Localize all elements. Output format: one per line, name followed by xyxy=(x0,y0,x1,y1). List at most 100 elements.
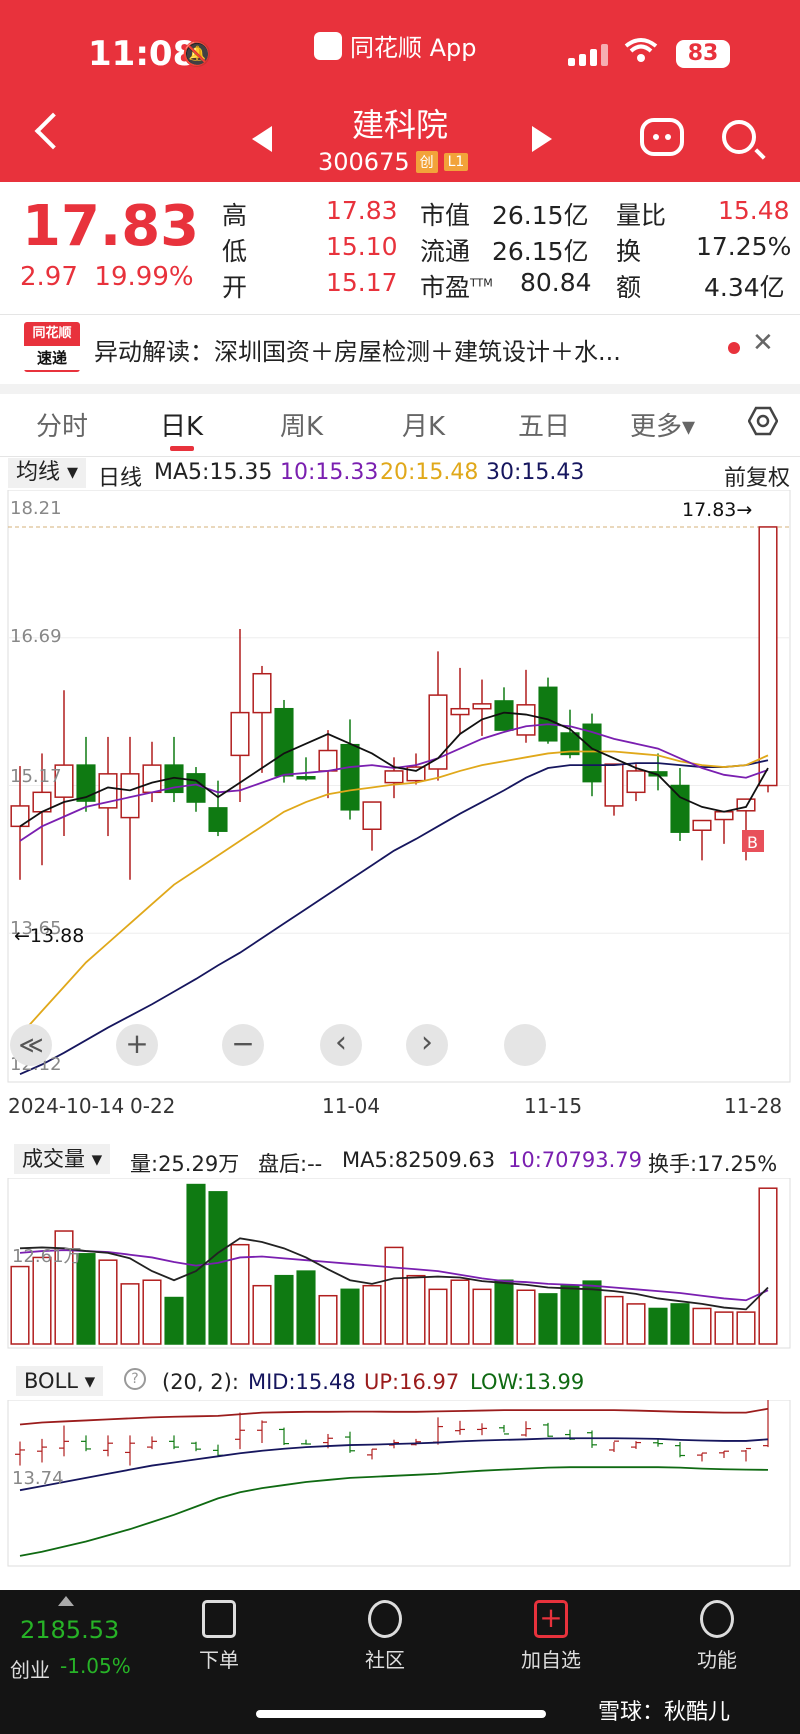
tab-daily-k[interactable]: 日K xyxy=(160,406,203,443)
express-logo: 同花顺 速递 xyxy=(24,322,80,372)
volume-bar xyxy=(252,1284,272,1345)
adjust-mode[interactable]: 前复权 xyxy=(724,460,790,492)
indicator-type-select[interactable]: 均线 ▾ xyxy=(8,458,87,488)
volume-indicator-select[interactable]: 成交量 ▾ xyxy=(14,1144,111,1174)
volume-bar xyxy=(648,1307,668,1345)
volume-bar xyxy=(692,1307,712,1345)
boll-chart[interactable]: 13.74 xyxy=(0,1400,800,1568)
candle-body xyxy=(142,764,162,794)
logo-bottom: 速递 xyxy=(24,346,80,370)
volume-bar xyxy=(296,1270,316,1345)
status-time: 11:08 xyxy=(88,34,197,74)
volume-bar xyxy=(208,1191,228,1345)
volume-bar xyxy=(428,1288,448,1345)
status-bar: 11:08 🔕 同花顺 App 83 xyxy=(0,28,800,78)
functions-button[interactable]: 功能 xyxy=(662,1600,772,1673)
mute-bell-icon: 🔕 xyxy=(182,40,212,68)
pe-value: 80.84 xyxy=(520,268,592,297)
tab-minute[interactable]: 分时 xyxy=(36,406,88,443)
candle-body xyxy=(714,811,734,821)
search-icon[interactable] xyxy=(722,120,756,154)
volume-bar xyxy=(538,1293,558,1345)
kline-chart[interactable]: 18.21 16.69 15.17 13.65 12.12 17.83→ ←13… xyxy=(0,490,800,1090)
low-value: 15.10 xyxy=(326,232,398,261)
amount-label: 额 xyxy=(616,273,642,302)
quote-panel: 17.83 2.97 19.99% 高 17.83 低 15.10 开 15.1… xyxy=(0,182,800,314)
candle-body xyxy=(340,743,360,811)
mktcap-label: 市值 xyxy=(420,201,471,230)
app-header: 11:08 🔕 同花顺 App 83 建科院 300675 创 L1 xyxy=(0,0,800,182)
float-label: 流通 xyxy=(420,237,471,266)
volume-bar xyxy=(758,1187,778,1345)
add-icon: + xyxy=(534,1600,568,1638)
date-label-3: 11-04 xyxy=(322,1094,381,1118)
tab-weekly-k[interactable]: 周K xyxy=(280,406,323,443)
ma30-value: 30:15.43 xyxy=(486,460,585,485)
help-icon[interactable]: ? xyxy=(124,1368,146,1390)
add-watchlist-button[interactable]: + 加自选 xyxy=(496,1600,606,1673)
banner-text: 异动解读：深圳国资＋房屋检测＋建筑设计＋水... xyxy=(94,338,621,366)
high-value: 17.83 xyxy=(326,196,398,225)
robot-assistant-icon[interactable] xyxy=(640,118,684,156)
date-label-4: 11-15 xyxy=(524,1094,583,1118)
community-button[interactable]: 社区 xyxy=(330,1600,440,1673)
candle-body xyxy=(450,707,470,716)
mktcap-value: 26.15亿 xyxy=(492,201,589,230)
candle-body xyxy=(538,686,558,742)
tab-more[interactable]: 更多▾ xyxy=(630,406,695,443)
divider xyxy=(0,456,800,457)
ma-legend: 均线 ▾ 日线 MA5:15.35 10:15.33 20:15.48 30:1… xyxy=(0,458,800,491)
boll-indicator-select[interactable]: BOLL ▾ xyxy=(16,1366,104,1396)
wifi-icon xyxy=(624,36,658,71)
period-label: 日线 xyxy=(98,466,143,491)
pe-label: 市盈TTM xyxy=(420,268,493,304)
change-percent: 19.99% xyxy=(94,262,194,292)
volume-bar xyxy=(164,1296,184,1345)
order-button[interactable]: 下单 xyxy=(164,1600,274,1673)
index-change: -1.05% xyxy=(60,1654,131,1678)
zoom-in-button[interactable]: + xyxy=(116,1024,158,1066)
price-change: 2.97 19.99% xyxy=(20,262,194,292)
boll-params: (20, 2): xyxy=(162,1370,239,1394)
scroll-right-button[interactable]: › xyxy=(406,1024,448,1066)
candle-body xyxy=(626,770,646,794)
candle-body xyxy=(362,801,382,831)
section-gap xyxy=(0,384,800,394)
stock-code-row: 300675 创 L1 xyxy=(318,148,469,176)
open-label: 开 xyxy=(222,273,248,302)
after-hours-value: 盘后:-- xyxy=(258,1152,323,1176)
tab-five-day[interactable]: 五日 xyxy=(518,406,570,443)
expand-up-icon[interactable] xyxy=(58,1596,74,1606)
volume-bar xyxy=(10,1265,30,1345)
candle-body xyxy=(252,672,272,714)
volume-chart[interactable]: 12.61万 xyxy=(0,1178,800,1350)
open-value: 15.17 xyxy=(326,268,398,297)
volume-bar xyxy=(274,1274,294,1345)
menu-icon xyxy=(700,1600,734,1638)
news-banner[interactable]: 同花顺 速递 异动解读：深圳国资＋房屋检测＋建筑设计＋水... ✕ xyxy=(0,314,800,386)
settings-hex-icon[interactable] xyxy=(748,406,778,436)
close-icon[interactable]: ✕ xyxy=(752,328,774,358)
turnover-label: 换 xyxy=(616,237,642,266)
min-price-marker: ←13.88 xyxy=(14,925,84,947)
zoom-out-button[interactable]: − xyxy=(222,1024,264,1066)
boll-up: UP:16.97 xyxy=(364,1370,460,1394)
scroll-left-button[interactable]: ‹ xyxy=(320,1024,362,1066)
volume-bar xyxy=(340,1288,360,1345)
index-value[interactable]: 2185.53 xyxy=(20,1616,119,1644)
add-watchlist-label: 加自选 xyxy=(521,1648,581,1672)
date-label-1: 2024-10-14 xyxy=(8,1094,125,1118)
candle-body xyxy=(670,784,690,833)
chart-tabs: 分时 日K 周K 月K 五日 更多▾ xyxy=(0,394,800,458)
bottom-toolbar: 2185.53 创业 -1.05% 下单 社区 + 加自选 功能 雪球：秋酷儿 xyxy=(0,1590,800,1734)
fast-back-button[interactable]: ≪ xyxy=(10,1024,52,1066)
pe-label-text: 市盈 xyxy=(420,273,471,302)
vol-ma10-value: 10:70793.79 xyxy=(508,1148,642,1172)
chart-controls: ≪ + − ‹ › xyxy=(10,1024,800,1066)
community-label: 社区 xyxy=(365,1648,405,1672)
next-stock-button[interactable] xyxy=(532,126,552,152)
tab-monthly-k[interactable]: 月K xyxy=(402,406,445,443)
candle-body xyxy=(604,763,624,807)
fullscreen-icon[interactable] xyxy=(504,1024,546,1066)
volume-axis-label: 12.61万 xyxy=(12,1246,82,1267)
